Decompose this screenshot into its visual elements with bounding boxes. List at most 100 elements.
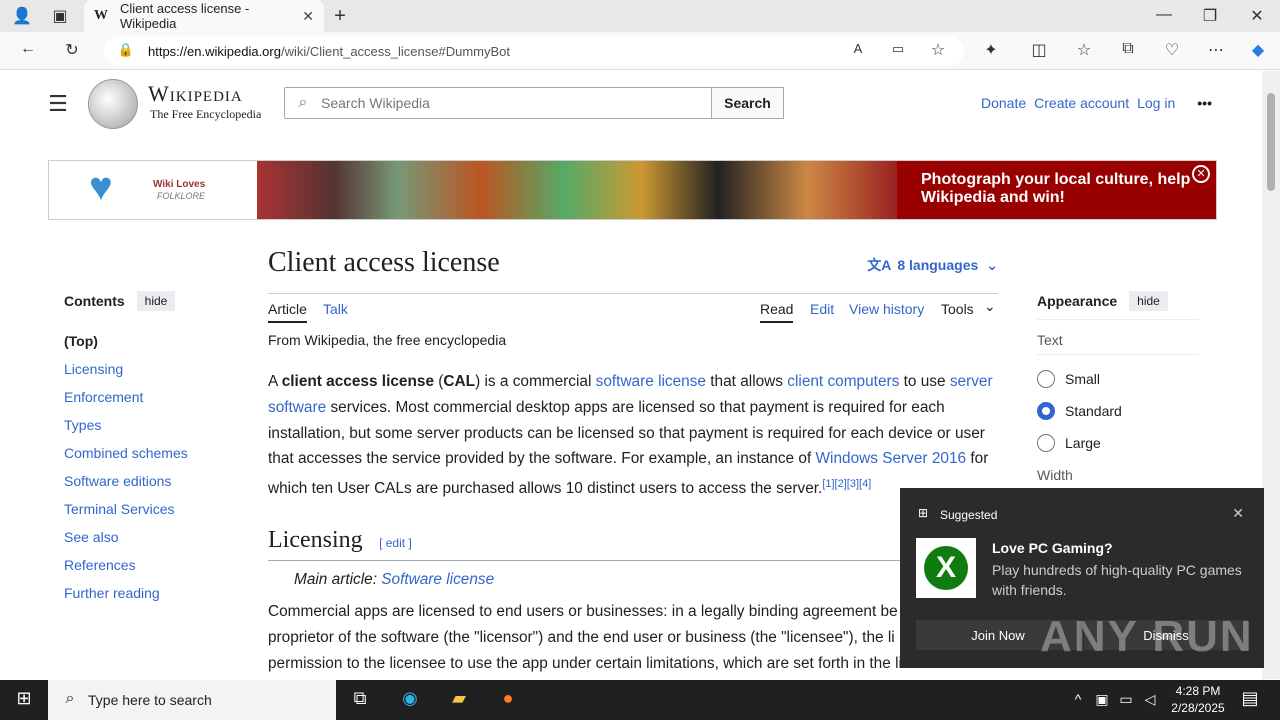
link-client-computers[interactable]: client computers	[787, 373, 899, 390]
link-software-license[interactable]: software license	[596, 373, 706, 390]
suggested-icon: ⊞	[918, 506, 929, 520]
chevron-down-icon: ⌄	[986, 257, 998, 273]
system-clock[interactable]: 4:28 PM 2/28/2025	[1168, 683, 1228, 717]
paragraph-line: permission to the licensee to use the ap…	[268, 654, 943, 672]
edge-icon[interactable]: ◉	[398, 688, 422, 712]
page-title: Client access license	[268, 247, 500, 278]
option-label: Small	[1065, 371, 1101, 387]
tab-tools[interactable]: Tools	[941, 301, 974, 317]
settings-more-icon[interactable]: ⋯	[1204, 40, 1228, 60]
close-icon[interactable]: ✕	[1232, 505, 1244, 522]
text-size-standard[interactable]: Standard	[1037, 395, 1199, 427]
tab-edit[interactable]: Edit	[810, 301, 834, 317]
split-screen-icon[interactable]: ◫	[1027, 40, 1051, 60]
clock-time: 4:28 PM	[1175, 684, 1221, 698]
tab-read[interactable]: Read	[760, 301, 794, 323]
toc-item-types[interactable]: Types	[64, 411, 234, 439]
task-view-icon[interactable]: ⧉	[348, 688, 372, 712]
firefox-icon[interactable]: ●	[496, 688, 520, 712]
favorites-icon[interactable]: ☆	[1072, 40, 1096, 60]
hatnote-prefix: Main article:	[294, 571, 382, 588]
language-button[interactable]: 文A 8 languages ⌄	[867, 255, 998, 275]
volume-icon[interactable]: ◁	[1138, 691, 1162, 715]
toc-item-top[interactable]: (Top)	[64, 327, 234, 355]
immersive-reader-icon[interactable]: ▭	[886, 41, 910, 57]
tab-view-history[interactable]: View history	[849, 301, 924, 317]
lock-icon: 🔒	[117, 42, 135, 57]
toc-item-combined-schemes[interactable]: Combined schemes	[64, 439, 234, 467]
edit-section-link[interactable]: [ edit ]	[379, 536, 412, 550]
main-article-hatnote: Main article: Software license	[294, 571, 494, 589]
campaign-banner[interactable]: ♥ Wiki Loves FOLKLORE Photograph your lo…	[48, 160, 1217, 220]
device-icon[interactable]: ▣	[1090, 691, 1114, 715]
minimize-icon[interactable]: —	[1152, 6, 1176, 24]
toc-item-further-reading[interactable]: Further reading	[64, 579, 234, 607]
appearance-hide-button[interactable]: hide	[1129, 291, 1168, 311]
languages-label: 8 languages	[897, 257, 979, 273]
page-scrollbar[interactable]	[1262, 71, 1280, 679]
scrollbar-thumb[interactable]	[1267, 93, 1275, 191]
toc-item-software-editions[interactable]: Software editions	[64, 467, 234, 495]
show-hidden-icons-icon[interactable]: ^	[1066, 691, 1090, 715]
favorite-star-icon[interactable]: ☆	[926, 40, 950, 60]
reference-links[interactable]: [1][2][3][4]	[822, 478, 871, 490]
network-icon[interactable]: ▭	[1114, 691, 1138, 715]
tab-title: Client access license - Wikipedia	[120, 1, 250, 31]
donate-link[interactable]: Donate	[981, 95, 1026, 111]
start-icon[interactable]: ⊞	[12, 688, 36, 712]
toc-item-terminal-services[interactable]: Terminal Services	[64, 495, 234, 523]
text: that allows	[706, 373, 788, 390]
tab-actions-icon[interactable]: ▣	[48, 6, 72, 26]
search-input[interactable]: ⌕ Search Wikipedia	[284, 87, 712, 119]
appearance-panel: Appearance hide Text Small Standard Larg…	[1037, 291, 1199, 490]
abbr-bold: CAL	[443, 373, 476, 390]
collections-icon[interactable]: ⧉	[1116, 40, 1140, 58]
text-size-small[interactable]: Small	[1037, 363, 1199, 395]
wikipedia-wordmark[interactable]: Wikipedia	[148, 81, 243, 107]
tab-talk[interactable]: Talk	[323, 301, 348, 317]
profile-icon[interactable]: 👤	[10, 6, 34, 26]
toc-item-enforcement[interactable]: Enforcement	[64, 383, 234, 411]
back-icon[interactable]: ←	[16, 40, 40, 58]
browser-tab[interactable]: W Client access license - Wikipedia ✕	[84, 0, 324, 32]
taskbar-search[interactable]: ⌕ Type here to search	[48, 680, 336, 720]
banner-close-icon[interactable]: ✕	[1192, 165, 1210, 183]
tools-chevron-icon[interactable]: ⌄	[984, 298, 996, 315]
section-heading-licensing: Licensing [ edit ]	[268, 527, 998, 561]
file-explorer-icon[interactable]: ▰	[447, 688, 471, 712]
more-options-icon[interactable]: •••	[1197, 95, 1212, 111]
radio-icon	[1037, 434, 1055, 452]
link-windows-server-2016[interactable]: Windows Server 2016	[816, 450, 967, 467]
copilot-icon[interactable]: ◆	[1246, 40, 1270, 60]
new-tab-icon[interactable]: +	[328, 5, 352, 28]
close-window-icon[interactable]: ✕	[1245, 6, 1269, 26]
xbox-logo: X	[916, 538, 976, 598]
tab-article[interactable]: Article	[268, 301, 307, 323]
restore-icon[interactable]: ❐	[1198, 6, 1222, 26]
browser-essentials-icon[interactable]: ♡	[1160, 40, 1184, 60]
paragraph-line: proprietor of the software (the "licenso…	[268, 628, 895, 646]
toc-item-licensing[interactable]: Licensing	[64, 355, 234, 383]
refresh-icon[interactable]: ↻	[60, 40, 84, 60]
address-field[interactable]: 🔒 https://en.wikipedia.org/wiki/Client_a…	[104, 36, 964, 66]
close-tab-icon[interactable]: ✕	[302, 8, 314, 25]
banner-logo-line1: Wiki Loves	[153, 179, 206, 190]
text-size-large[interactable]: Large	[1037, 427, 1199, 459]
toc-hide-button[interactable]: hide	[136, 291, 176, 311]
extensions-icon[interactable]: ✦	[979, 40, 1003, 60]
create-account-link[interactable]: Create account	[1034, 95, 1129, 111]
notifications-icon[interactable]: ▤	[1238, 688, 1262, 712]
link-main-article[interactable]: Software license	[381, 571, 494, 588]
anyrun-watermark: ANY RUN	[1040, 612, 1254, 661]
radio-icon	[1037, 370, 1055, 388]
log-in-link[interactable]: Log in	[1137, 95, 1175, 111]
search-button[interactable]: Search	[711, 87, 784, 119]
toc-title: Contents	[64, 293, 125, 309]
read-aloud-icon[interactable]: A	[846, 41, 870, 56]
wikipedia-logo[interactable]	[88, 79, 138, 129]
search-icon: ⌕	[65, 690, 75, 707]
toc-item-references[interactable]: References	[64, 551, 234, 579]
toc-item-see-also[interactable]: See also	[64, 523, 234, 551]
wikipedia-favicon-icon: W	[94, 8, 108, 23]
main-menu-icon[interactable]: ☰	[46, 91, 70, 117]
